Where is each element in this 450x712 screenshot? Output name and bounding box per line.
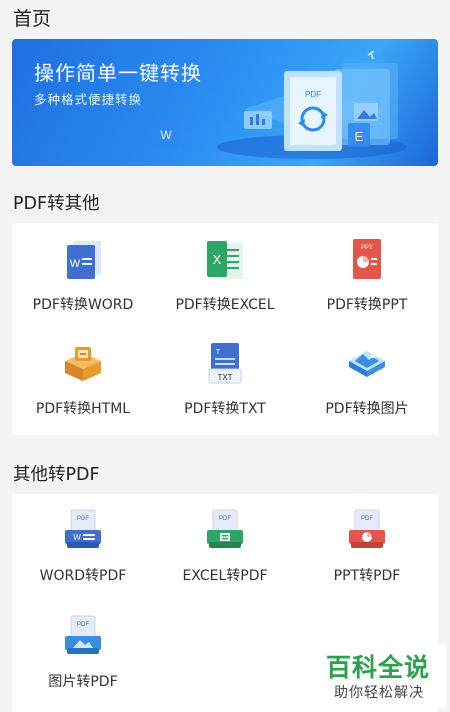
tile-label: EXCEL转PDF xyxy=(182,568,268,584)
tile-image-to-pdf[interactable]: PDF 图片转PDF xyxy=(12,600,154,704)
tile-label: PDF转换图片 xyxy=(325,401,409,417)
pdf-text: PDF xyxy=(361,516,373,522)
excel-doc-icon: X xyxy=(207,241,243,279)
txt-text: TXT xyxy=(217,373,232,382)
tile-label: PPT转PDF xyxy=(333,568,401,584)
pdf-text: PDF xyxy=(77,622,89,628)
ppt-to-pdf-icon: PDF xyxy=(349,509,385,548)
tile-label: 图片转PDF xyxy=(48,674,118,690)
tile-pdf-to-txt[interactable]: T TXT PDF转换TXT xyxy=(154,327,296,431)
banner-title: 操作简单一键转换 xyxy=(34,61,202,85)
tile-pdf-to-excel[interactable]: X PDF转换EXCEL xyxy=(154,223,296,327)
banner-subtitle: 多种格式便捷转换 xyxy=(34,92,143,107)
ppt-text: PPT xyxy=(361,245,373,251)
image-to-pdf-icon: PDF xyxy=(65,615,101,654)
word-to-pdf-icon: PDF W xyxy=(65,509,101,548)
tile-label: PDF转换TXT xyxy=(184,401,266,417)
txt-doc-icon: T TXT xyxy=(208,343,242,384)
watermark-main: 百科全说 xyxy=(326,653,431,682)
tile-label: PDF转换WORD xyxy=(32,297,134,313)
tile-pdf-to-word[interactable]: W PDF转换WORD xyxy=(12,223,154,327)
ppt-doc-icon: PPT xyxy=(353,239,381,279)
page-title: 首页 xyxy=(13,8,52,30)
excel-letter: X xyxy=(213,252,222,267)
tile-ppt-to-pdf[interactable]: PDF PPT转PDF xyxy=(296,494,438,598)
tile-word-to-pdf[interactable]: PDF W WORD转PDF xyxy=(12,494,154,598)
word-doc-icon: W xyxy=(67,241,101,279)
banner-pdf-text: PDF xyxy=(305,90,321,99)
image-icon xyxy=(349,351,385,377)
tile-label: PDF转换PPT xyxy=(326,297,408,313)
tile-pdf-to-image[interactable]: PDF转换图片 xyxy=(296,327,438,431)
tile-label: PDF转换HTML xyxy=(35,401,131,417)
section-title-other-to-pdf: 其他转PDF xyxy=(13,465,100,485)
tile-pdf-to-ppt[interactable]: PPT PDF转换PPT xyxy=(296,223,438,327)
watermark-sub: 助你轻松解决 xyxy=(334,685,424,701)
svg-text:T: T xyxy=(216,349,221,356)
tile-label: WORD转PDF xyxy=(39,568,127,584)
tile-pdf-to-html[interactable]: PDF转换HTML xyxy=(12,327,154,431)
banner-e-text: E xyxy=(355,129,364,144)
pdf-text: PDF xyxy=(219,516,231,522)
html-box-icon xyxy=(65,347,101,381)
excel-to-pdf-icon: PDF xyxy=(207,509,243,548)
tile-label: PDF转换EXCEL xyxy=(175,297,275,313)
word-letter: W xyxy=(70,258,81,270)
word-letter: W xyxy=(73,533,81,542)
pdf-text: PDF xyxy=(77,516,89,522)
banner-w-text: W xyxy=(160,128,172,142)
pdf-to-other-card: W PDF转换WORD X PDF转换EXCEL PPT PDF转换PPT PD… xyxy=(12,223,438,435)
promo-banner[interactable]: PDF E W 操作简单一键转换 多种格式便捷转换 xyxy=(12,39,438,166)
section-title-pdf-to-other: PDF转其他 xyxy=(13,194,100,214)
tile-excel-to-pdf[interactable]: PDF EXCEL转PDF xyxy=(154,494,296,598)
watermark: 百科全说 助你轻松解决 xyxy=(318,644,446,708)
